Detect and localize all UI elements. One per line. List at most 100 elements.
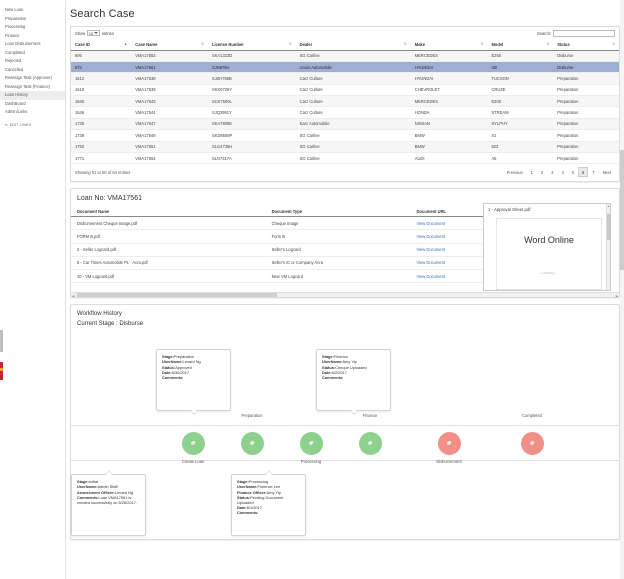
column-header-label: Status (557, 41, 570, 47)
page-title: Search Case (70, 8, 135, 20)
chevron-down-icon (94, 32, 99, 35)
table-row[interactable]: 1725 VMA17547 SKA7905E Karz Automobile NISSA… (71, 118, 619, 131)
document-type: New VM Logcard (265, 269, 411, 284)
cell-case_id: 906 (71, 50, 132, 62)
viewer-vertical-scrollbar[interactable]: ▲ (606, 204, 610, 291)
view-document-link[interactable]: View Document (416, 274, 445, 279)
page-length-value: 10 (88, 30, 94, 36)
cell-status: Preparation (553, 118, 619, 131)
page-number[interactable]: 5 (568, 167, 578, 177)
cell-license: SJN679A (207, 61, 296, 74)
cell-dealer: SG Carline (295, 129, 411, 142)
cell-case_name: VMA17547 (131, 118, 208, 131)
document-viewer: 1 - Approval Sheet.pdf Word Online · · L… (483, 203, 611, 292)
page-number[interactable]: 6 (578, 167, 589, 178)
timeline-node-completed[interactable]: ⚭ (521, 432, 544, 456)
datatable-footer: Showing 51 to 60 of 64 entries Previous 1… (71, 164, 619, 181)
table-row[interactable]: 1646 VMA17544 SJQ3991Y Carz Culture HONDA STR… (71, 106, 619, 119)
page-number[interactable]: 1 (527, 167, 537, 177)
current-stage-label: Current Stage : Disburse (77, 321, 144, 328)
page-vertical-scrollbar[interactable] (620, 0, 624, 579)
table-row[interactable]: 1612 VMA17538 SJZH755B Carz Culture HYUNDAI T… (71, 72, 619, 85)
cell-make: BMW (410, 129, 488, 142)
table-row[interactable]: 906 VMA17552 SKA1323D SG Carline MERCEDES E25… (71, 50, 619, 62)
documents-scroll-thumb[interactable] (77, 293, 277, 298)
page-scroll-thumb[interactable] (620, 150, 624, 270)
sidebar-item-new-loan[interactable]: New Loan (0, 6, 65, 15)
sidebar-item-rejected[interactable]: Rejected (0, 57, 65, 66)
cell-make: MERCEDES (410, 95, 488, 108)
column-header-status[interactable]: Status ⇅ (553, 38, 619, 51)
edit-links-button[interactable]: ✎EDIT LINKS (0, 121, 65, 128)
search-input[interactable] (553, 30, 615, 37)
document-url-cell: View Document (410, 256, 485, 271)
pencil-icon: ✎ (4, 121, 10, 128)
scroll-left-icon[interactable]: ◀ (72, 294, 74, 298)
view-document-link[interactable]: View Document (416, 234, 445, 239)
sidebar-item-reassign-task-approver[interactable]: Reassign Task (Approver) (0, 74, 65, 83)
column-header-case-id[interactable]: Case ID ▲ (71, 38, 132, 51)
cell-license: SKK0726Y (207, 84, 296, 97)
timeline-node-disbursement[interactable]: ⚭ (438, 432, 461, 456)
sidebar-item-preparation[interactable]: Preparation (0, 15, 65, 24)
page-length-select[interactable]: 10 (86, 30, 101, 37)
sidebar-item-loan-history[interactable]: Loan History (0, 91, 65, 100)
document-url-cell: View Document (410, 216, 485, 231)
view-document-link[interactable]: View Document (416, 247, 445, 252)
scroll-right-icon[interactable]: ▶ (616, 294, 618, 298)
viewer-scroll-thumb[interactable] (607, 214, 610, 241)
table-row[interactable]: 1738 VMA17549 SKD6559P SG Carline BMW X1 Prepa… (71, 129, 619, 142)
table-row[interactable]: 1640 VMA17543 SCK7500L Carz Culture MERCEDES… (71, 95, 619, 108)
cell-case_name: VMA17554 (131, 152, 208, 165)
cell-case_id: 1725 (71, 118, 132, 131)
documents-table: Document Name Document Type Document URL D… (71, 206, 485, 284)
page-number[interactable]: 2 (537, 167, 547, 177)
page-number[interactable]: 7 (588, 167, 598, 177)
table-row[interactable]: 1750 VMA17551 SLG4735H SG Carline BMW 523 Prep… (71, 141, 619, 153)
cell-dealer: Karz Automobile (295, 118, 411, 131)
cell-case_name: VMA17539 (131, 84, 208, 97)
sort-arrow-icon: ⇅ (288, 42, 292, 46)
page-number[interactable]: 3 (547, 167, 557, 177)
cell-case_id: 1646 (71, 106, 132, 119)
document-url-cell: View Document (410, 243, 485, 257)
table-row[interactable]: 1771 VMA17554 SLN7317A SG Carline AUDI A5 Prep… (71, 152, 619, 165)
view-document-link[interactable]: View Document (416, 221, 445, 226)
next-page-button[interactable]: Next (599, 167, 615, 177)
sidebar-item-dashboard[interactable]: DashBoard (0, 100, 65, 109)
table-row[interactable]: 973 VMA17561 SJN679A Union Automobile HYUNDA… (71, 61, 619, 74)
timeline-node-finance[interactable]: ⚭ (359, 432, 382, 456)
column-header-make[interactable]: Make ⇅ (410, 38, 488, 51)
cell-status: Preparation (553, 106, 619, 119)
sidebar-item-admin-links[interactable]: Admin/Links (0, 108, 65, 117)
page-number[interactable]: 4 (557, 167, 567, 177)
scroll-up-icon[interactable]: ▲ (607, 204, 610, 208)
workflow-card-line: Comments: (237, 510, 301, 515)
cell-make: MERCEDES (410, 50, 488, 62)
sidebar-item-completed[interactable]: Completed (0, 49, 65, 58)
documents-horizontal-scrollbar[interactable]: ◀ ▶ (71, 292, 619, 298)
timeline-node-create-loan[interactable]: ⚭ (182, 432, 205, 456)
column-header-case-name[interactable]: Case Name ⇅ (131, 38, 208, 51)
document-type: Seller's IC or Company Acra (265, 256, 411, 271)
column-header-dealer[interactable]: Dealer ⇅ (295, 38, 411, 51)
cell-case_id: 1750 (71, 141, 132, 153)
sidebar-item-reassign-task-finance[interactable]: Reassign Task (Finance) (0, 83, 65, 92)
viewer-page: Word Online · · Loading... (496, 218, 602, 291)
workflow-card-line: Comments: (162, 375, 226, 380)
sidebar-item-finance[interactable]: Finance (0, 32, 65, 41)
cell-license: SKD6559P (207, 129, 296, 142)
table-row[interactable]: 1618 VMA17539 SKK0726Y Carz Culture CHEVROLE… (71, 84, 619, 97)
timeline-node-preparation[interactable]: ⚭ (241, 432, 264, 456)
sidebar-item-loan-disbursement[interactable]: Loan Disbursement (0, 40, 65, 49)
column-header-label: License Number (211, 41, 244, 47)
timeline-node-processing[interactable]: ⚭ (300, 432, 323, 456)
previous-page-button[interactable]: Previous (503, 167, 527, 177)
column-header-label: Dealer (299, 41, 313, 47)
sidebar-item-processing[interactable]: Processing (0, 23, 65, 32)
cell-license: SCK7500L (207, 95, 296, 108)
column-header-license-number[interactable]: License Number ⇅ (207, 38, 296, 51)
column-header-model[interactable]: Model ⇅ (487, 38, 554, 51)
view-document-link[interactable]: View Document (416, 260, 445, 265)
sidebar-item-cancelled[interactable]: Cancelled (0, 66, 65, 75)
